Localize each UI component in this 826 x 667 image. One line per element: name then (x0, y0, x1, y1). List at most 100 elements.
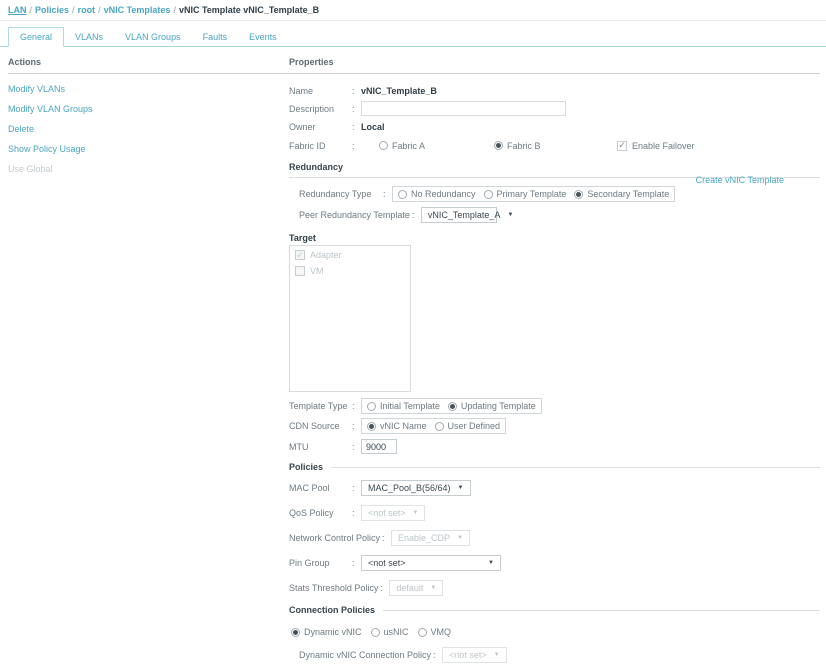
connection-policies-title: Connection Policies (289, 605, 820, 615)
radio-icon (367, 421, 376, 431)
redundancy-option[interactable]: Primary Template (483, 189, 567, 199)
checkbox-icon (617, 140, 627, 151)
mtu-input[interactable] (361, 439, 397, 454)
actions-panel: Actions Modify VLANs Modify VLAN Groups De… (0, 57, 289, 667)
radio-icon (367, 401, 376, 411)
dropdown-value: Enable_CDP (398, 533, 451, 543)
chevron-down-icon: ▼ (507, 212, 514, 218)
template-type-option[interactable]: Initial Template (367, 401, 440, 411)
template-type-option[interactable]: Updating Template (447, 401, 536, 411)
actions-title: Actions (8, 57, 289, 74)
dynamic-vnic-policy-label: Dynamic vNIC Connection Policy (299, 650, 432, 660)
description-label: Description (289, 103, 335, 114)
connection-option-label: usNIC (383, 627, 409, 637)
redundancy-type-row: Redundancy Type : No Redundancy Primary T… (299, 186, 820, 202)
radio-icon (483, 189, 493, 199)
radio-icon (434, 421, 444, 431)
breadcrumb-link[interactable]: vNIC Templates (104, 5, 171, 15)
cdn-source-option-label: vNIC Name (380, 421, 427, 431)
redundancy-option[interactable]: No Redundancy (398, 189, 476, 199)
policy-row-qos-policy: QoS Policy: <not set> ▼ (289, 505, 820, 521)
action-delete[interactable]: Delete (8, 124, 289, 134)
action-modify-vlan-groups[interactable]: Modify VLAN Groups (8, 104, 289, 114)
policy-label: QoS Policy (289, 508, 334, 518)
target-title: Target (289, 233, 316, 243)
cdn-source-label: CDN Source (289, 421, 340, 431)
template-type-option-label: Initial Template (380, 401, 440, 411)
cdn-source-option[interactable]: User Defined (434, 421, 500, 431)
radio-icon (574, 189, 584, 199)
policy-label: Network Control Policy (289, 533, 381, 543)
checkbox-icon (295, 266, 305, 276)
connection-policy-group: Dynamic vNIC usNIC VMQ (291, 627, 820, 637)
action-use-global: Use Global (8, 164, 53, 174)
chevron-down-icon: ▼ (457, 535, 464, 541)
cdn-source-row: CDN Source : vNIC Name User Defined (289, 418, 820, 434)
tab-general[interactable]: General (8, 27, 65, 47)
breadcrumb: LAN / Policies / root / vNIC Templates / vNIC Te… (0, 0, 826, 21)
action-modify-vlans[interactable]: Modify VLANs (8, 84, 289, 94)
description-input[interactable] (361, 101, 566, 116)
owner-value: Local (361, 121, 385, 132)
radio-icon (379, 141, 388, 150)
properties-panel: Properties Name : vNIC_Template_B Descri… (289, 57, 826, 667)
fabric-option[interactable]: Fabric A (379, 141, 494, 151)
radio-icon (370, 627, 380, 637)
dropdown-value: MAC_Pool_B(56/64) (368, 483, 451, 493)
owner-label: Owner (289, 121, 316, 132)
redundancy-option-label: Primary Template (496, 189, 567, 199)
template-type-row: Template Type : Initial Template Updating… (289, 398, 820, 414)
action-show-policy-usage[interactable]: Show Policy Usage (8, 144, 289, 154)
owner-row: Owner : Local (289, 121, 385, 132)
tab-vlans[interactable]: VLANs (64, 28, 114, 46)
fabric-option[interactable]: Fabric B (494, 141, 579, 151)
breadcrumb-separator: / (173, 5, 176, 15)
stats-threshold-policy-dropdown: default ▼ (389, 580, 444, 596)
redundancy-option[interactable]: Secondary Template (574, 189, 669, 199)
chevron-down-icon: ▼ (412, 510, 419, 516)
pin-group-dropdown[interactable]: <not set> ▼ (361, 555, 501, 571)
policy-row-pin-group: Pin Group: <not set> ▼ (289, 555, 820, 571)
template-type-option-label: Updating Template (460, 401, 536, 411)
enable-failover-label: Enable Failover (632, 140, 695, 151)
create-vnic-template-link[interactable]: Create vNIC Template (696, 175, 784, 185)
tab-vlan-groups[interactable]: VLAN Groups (114, 28, 192, 46)
cdn-source-group: vNIC Name User Defined (361, 418, 507, 434)
dropdown-value: <not set> (368, 558, 406, 568)
policy-label: Stats Threshold Policy (289, 583, 379, 593)
peer-redundancy-dropdown[interactable]: vNIC_Template_A ▼ (420, 207, 513, 223)
name-row: Name : vNIC_Template_B (289, 85, 437, 96)
breadcrumb-separator: / (29, 5, 33, 15)
radio-icon (447, 401, 457, 411)
fabric-option-label: Fabric A (392, 140, 426, 151)
breadcrumb-separator: / (98, 5, 101, 15)
policy-label: MAC Pool (289, 483, 330, 493)
target-listbox: Adapter VM (289, 245, 411, 392)
breadcrumb-link[interactable]: LAN (8, 5, 27, 15)
mac-pool-dropdown[interactable]: MAC_Pool_B(56/64) ▼ (361, 480, 471, 496)
enable-failover-checkbox[interactable]: Enable Failover (617, 140, 695, 151)
description-row: Description : (289, 101, 820, 116)
policy-row-mac-pool: MAC Pool: MAC_Pool_B(56/64) ▼ (289, 480, 820, 496)
target-item: VM (295, 266, 405, 276)
checkbox-icon (295, 250, 305, 260)
name-label: Name (289, 85, 314, 96)
cdn-source-option[interactable]: vNIC Name (367, 421, 427, 431)
tab-events[interactable]: Events (238, 28, 288, 46)
connection-option-label: Dynamic vNIC (304, 627, 362, 637)
connection-option[interactable]: Dynamic vNIC (291, 627, 362, 637)
chevron-down-icon: ▼ (488, 560, 494, 566)
connection-option[interactable]: VMQ (417, 627, 451, 637)
peer-redundancy-label: Peer Redundancy Template (299, 210, 410, 220)
tab-faults[interactable]: Faults (192, 28, 239, 46)
breadcrumb-link[interactable]: root (78, 5, 96, 15)
mtu-row: MTU : (289, 439, 820, 454)
target-item: Adapter (295, 250, 405, 260)
redundancy-option-label: No Redundancy (411, 189, 476, 199)
policy-label: Pin Group (289, 558, 330, 568)
connection-option[interactable]: usNIC (370, 627, 409, 637)
tab-bar: General VLANs VLAN Groups Faults Events (0, 21, 826, 47)
chevron-down-icon: ▼ (430, 585, 437, 591)
breadcrumb-link[interactable]: Policies (35, 5, 69, 15)
dynamic-vnic-policy-row: Dynamic vNIC Connection Policy : <not se… (289, 647, 820, 663)
